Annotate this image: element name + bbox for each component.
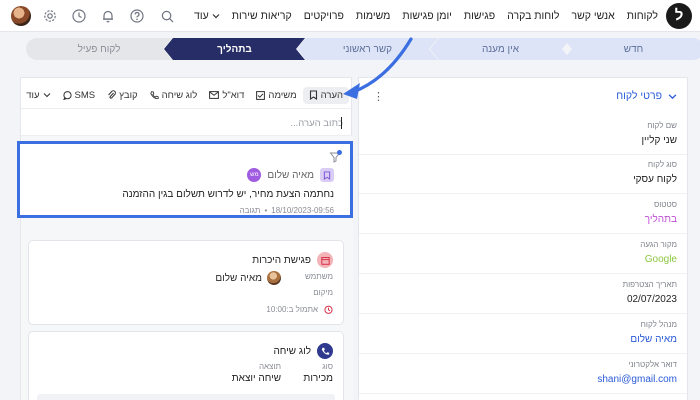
field-value: 02/07/2023 <box>626 294 677 305</box>
chevron-down-icon <box>212 14 220 19</box>
app-logo[interactable]: ל <box>666 3 692 29</box>
call-result-label: תוצאה <box>258 362 281 371</box>
email-link[interactable]: shani@gmail.com <box>597 374 677 385</box>
nav-item-customers[interactable]: לקוחות <box>627 10 658 22</box>
meeting-time: אתמול ב:10:00 <box>266 305 333 314</box>
note-card[interactable]: מאיה שלום מש נחתמה הצעת מחיר, יש לדרוש ת… <box>17 141 353 218</box>
sms-tab-label: SMS <box>74 89 96 101</box>
gear-icon[interactable] <box>42 8 58 24</box>
more-tab-label: עוד <box>26 89 40 101</box>
chat-bubble-icon <box>62 90 72 100</box>
meeting-card[interactable]: פגישת היכרות משתמש מאיה שלום מיקום אתמול… <box>28 240 344 325</box>
checkbox-icon <box>256 90 266 100</box>
call-log-card-header: לוג שיחה <box>273 343 333 359</box>
more-tab[interactable]: עוד <box>20 87 56 104</box>
stage-new[interactable]: חדש <box>563 38 700 60</box>
field-value: לקוח עסקי <box>633 174 677 185</box>
meeting-user-name: מאיה שלום <box>215 272 262 284</box>
nav-links: לקוחות אנשי קשר לוחות בקרה פגישות יומן פ… <box>194 0 658 32</box>
stage-active-customer[interactable]: לקוח פעיל <box>26 38 172 60</box>
user-avatar[interactable] <box>11 6 31 26</box>
stage-in-progress[interactable]: בתהליך <box>164 38 305 60</box>
status-value: בתהליך <box>644 214 677 225</box>
sms-tab[interactable]: SMS <box>57 87 102 104</box>
note-text: נחתמה הצעת מחיר, יש לדרוש תשלום בגין ההז… <box>122 189 334 200</box>
call-log-title: לוג שיחה <box>273 345 311 357</box>
field-label: סטטוס <box>653 200 677 209</box>
call-type-label: סוג <box>322 362 333 371</box>
meeting-title: פגישת היכרות <box>252 254 311 266</box>
chevron-down-icon <box>43 93 50 98</box>
note-timestamp: 18/10/2023-09:56 <box>271 206 334 215</box>
author-avatar: מש <box>247 168 262 182</box>
email-tab-label: דוא"ל <box>222 89 245 101</box>
field-value: שני קליין <box>641 135 677 146</box>
customer-details-panel: פרטי לקוח ⋮ שם לקוח שני קליין סוג לקוח ל… <box>358 77 688 400</box>
account-manager-link[interactable]: מאיה שלום <box>630 334 677 345</box>
call-log-card[interactable]: לוג שיחה סוג מכירות תוצאה שיחה יוצאת <box>28 331 344 400</box>
nav-more-label: עוד <box>194 10 209 22</box>
nav-item-tasks[interactable]: משימות <box>356 10 391 22</box>
mail-icon <box>209 91 220 99</box>
task-tab-label: משימה <box>268 89 297 101</box>
paperclip-icon <box>108 90 116 99</box>
call-log-tab-label: לוג שיחה <box>161 89 198 101</box>
chevron-down-icon <box>668 93 677 99</box>
nav-item-meeting-calendar[interactable]: יומן פגישות <box>402 10 452 22</box>
call-result-value: שיחה יוצאת <box>231 373 281 384</box>
phone-icon <box>317 343 333 359</box>
nav-item-contacts[interactable]: אנשי קשר <box>571 10 614 22</box>
annotation-arrow-icon <box>343 37 413 99</box>
nav-item-dashboards[interactable]: לוחות בקרה <box>507 10 559 22</box>
nav-item-service-calls[interactable]: קריאות שירות <box>232 10 292 22</box>
text-caret <box>341 117 342 129</box>
meta-separator: • <box>264 206 268 215</box>
details-section-header[interactable]: פרטי לקוח <box>616 90 677 102</box>
meeting-time-text: אתמול ב:10:00 <box>266 305 318 314</box>
meeting-location-label: מיקום <box>313 288 333 297</box>
reply-link[interactable]: תגובה <box>240 206 261 215</box>
source-value: Google <box>644 254 677 265</box>
field-label: מנהל לקוח <box>640 320 677 329</box>
file-tab[interactable]: קובץ <box>101 87 144 104</box>
note-meta: 18/10/2023-09:56 • תגובה <box>240 206 334 215</box>
meeting-card-header: פגישת היכרות <box>252 252 333 268</box>
note-icon <box>320 168 334 182</box>
search-icon[interactable] <box>159 8 175 24</box>
nav-item-projects[interactable]: פרויקטים <box>304 10 344 22</box>
nav-item-meetings[interactable]: פגישות <box>464 10 495 22</box>
bell-icon[interactable] <box>100 8 116 24</box>
email-tab[interactable]: דוא"ל <box>203 87 250 104</box>
stage-no-answer[interactable]: אין מענה <box>430 38 571 60</box>
help-icon[interactable] <box>129 8 145 24</box>
call-type-value: מכירות <box>303 373 333 384</box>
field-label: דואר אלקטרוני <box>628 360 677 369</box>
top-navbar: ל לקוחות אנשי קשר לוחות בקרה פגישות יומן… <box>0 0 700 32</box>
field-label: מקור הגעה <box>640 240 677 249</box>
note-card-header: מאיה שלום מש <box>247 168 334 182</box>
bookmark-icon <box>309 90 317 100</box>
file-tab-label: קובץ <box>119 89 138 101</box>
meeting-user-label: משתמש <box>304 272 333 281</box>
nav-more-menu[interactable]: עוד <box>194 10 220 22</box>
clock-icon[interactable] <box>71 8 87 24</box>
note-input[interactable] <box>31 114 343 132</box>
phone-icon <box>149 90 159 99</box>
call-log-tab[interactable]: לוג שיחה <box>144 87 204 104</box>
field-label: סוג לקוח <box>647 160 677 169</box>
note-author: מאיה שלום <box>267 169 314 181</box>
alarm-clock-icon <box>324 305 333 314</box>
unread-dot <box>337 150 342 155</box>
meeting-user: מאיה שלום <box>215 271 281 285</box>
meeting-icon <box>317 252 333 268</box>
task-tab[interactable]: משימה <box>250 87 302 104</box>
activity-toolbar: הערה משימה דוא"ל לוג שיחה קובץ SMS עוד <box>21 82 353 108</box>
details-section-title: פרטי לקוח <box>616 90 662 102</box>
user-photo <box>267 271 281 285</box>
field-label: שם לקוח <box>647 121 677 130</box>
field-label: תאריך הצטרפות <box>622 280 677 289</box>
call-notes-area <box>37 394 335 400</box>
note-composer <box>21 108 353 136</box>
